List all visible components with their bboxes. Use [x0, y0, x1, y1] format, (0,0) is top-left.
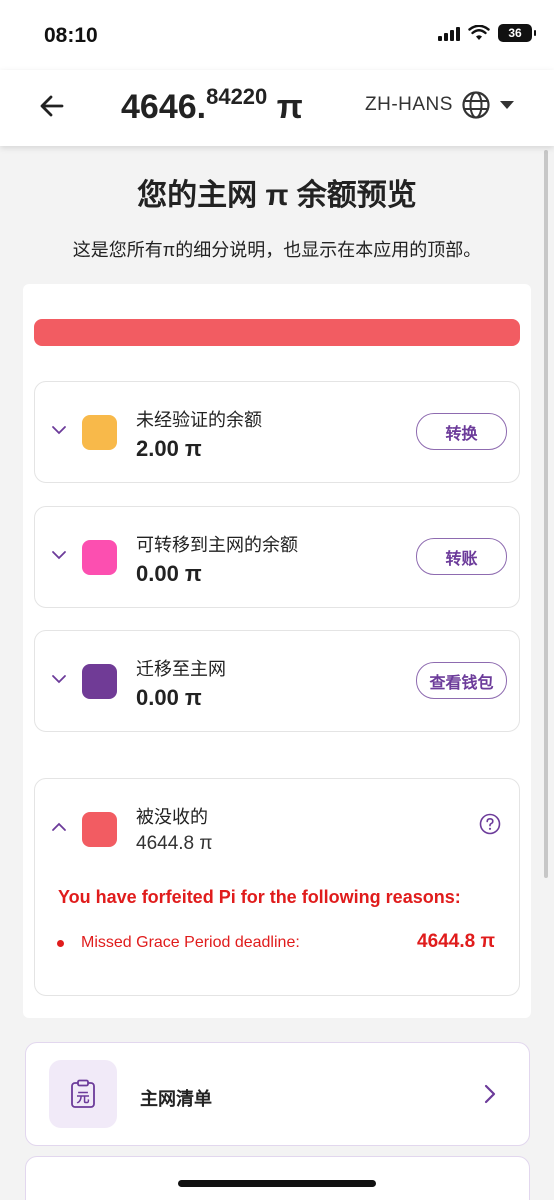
battery-level: 36 [508, 26, 522, 40]
forfeited-color-swatch [82, 812, 117, 847]
transfer-button[interactable]: 转账 [416, 538, 507, 575]
page-subtitle: 这是您所有π的细分说明，也显示在本应用的顶部。 [72, 240, 482, 260]
migrated-value: 0.00 π [136, 685, 202, 710]
chevron-down-icon[interactable] [51, 547, 67, 563]
view-wallet-button[interactable]: 查看钱包 [416, 662, 507, 699]
forfeit-message: You have forfeited Pi for the following … [58, 887, 461, 907]
language-selector[interactable]: ZH-HANS [365, 90, 515, 120]
caret-down-icon [499, 101, 514, 109]
transferable-balance-card[interactable]: 可转移到主网的余额 0.00 π 转账 [34, 506, 520, 608]
status-time: 08:10 [44, 24, 98, 47]
forfeit-reason-value: 4644.8 π [417, 931, 495, 952]
unverified-label: 未经验证的余额 [136, 410, 262, 430]
forfeited-balance-card[interactable]: 被没收的 4644.8 π You have forfeited Pi for … [34, 778, 520, 996]
next-card[interactable] [25, 1156, 530, 1200]
help-icon[interactable] [479, 813, 501, 835]
back-arrow-icon[interactable] [36, 90, 68, 122]
signal-icon [438, 25, 460, 41]
unverified-color-swatch [82, 415, 117, 450]
bullet-icon [57, 940, 64, 947]
migrated-color-swatch [82, 664, 117, 699]
forfeited-label: 被没收的 [136, 807, 208, 827]
globe-icon [462, 91, 490, 119]
unverified-value: 2.00 π [136, 436, 202, 461]
clipboard-icon: 元 [49, 1060, 117, 1128]
app-header: 4646.84220 π ZH-HANS [0, 70, 554, 146]
clipboard-glyph: 元 [76, 1091, 89, 1106]
chevron-down-icon[interactable] [51, 422, 67, 438]
language-label: ZH-HANS [365, 94, 453, 115]
balance-decimals: 84220 [206, 84, 268, 109]
home-indicator[interactable] [178, 1180, 376, 1187]
convert-button[interactable]: 转换 [416, 413, 507, 450]
transferable-color-swatch [82, 540, 117, 575]
transferable-value: 0.00 π [136, 561, 202, 586]
migrated-label: 迁移至主网 [136, 659, 226, 679]
wifi-icon [468, 25, 490, 40]
transferable-label: 可转移到主网的余额 [136, 535, 298, 555]
checklist-label: 主网清单 [140, 1089, 212, 1109]
page-title: 您的主网 π 余额预览 [137, 179, 417, 212]
chevron-up-icon[interactable] [51, 819, 67, 835]
migrated-balance-card[interactable]: 迁移至主网 0.00 π 查看钱包 [34, 630, 520, 732]
balance-integer: 4646. [121, 88, 207, 126]
balance-bar [34, 319, 520, 346]
mainnet-checklist-card[interactable]: 元 主网清单 [25, 1042, 530, 1146]
battery-icon: 36 [498, 24, 536, 42]
balance-panel: 未经验证的余额 2.00 π 转换 可转移到主网的余额 0.00 π 转账 迁移… [23, 284, 531, 1018]
chevron-right-icon[interactable] [481, 1083, 499, 1105]
forfeited-value: 4644.8 π [136, 833, 213, 854]
status-icons: 36 [438, 24, 536, 42]
forfeit-reason-text: Missed Grace Period deadline: [81, 934, 300, 951]
balance-unit: π [267, 88, 303, 126]
status-bar: 08:10 36 [0, 0, 554, 70]
unverified-balance-card[interactable]: 未经验证的余额 2.00 π 转换 [34, 381, 520, 483]
header-balance: 4646.84220 π [121, 84, 303, 127]
chevron-down-icon[interactable] [51, 671, 67, 687]
